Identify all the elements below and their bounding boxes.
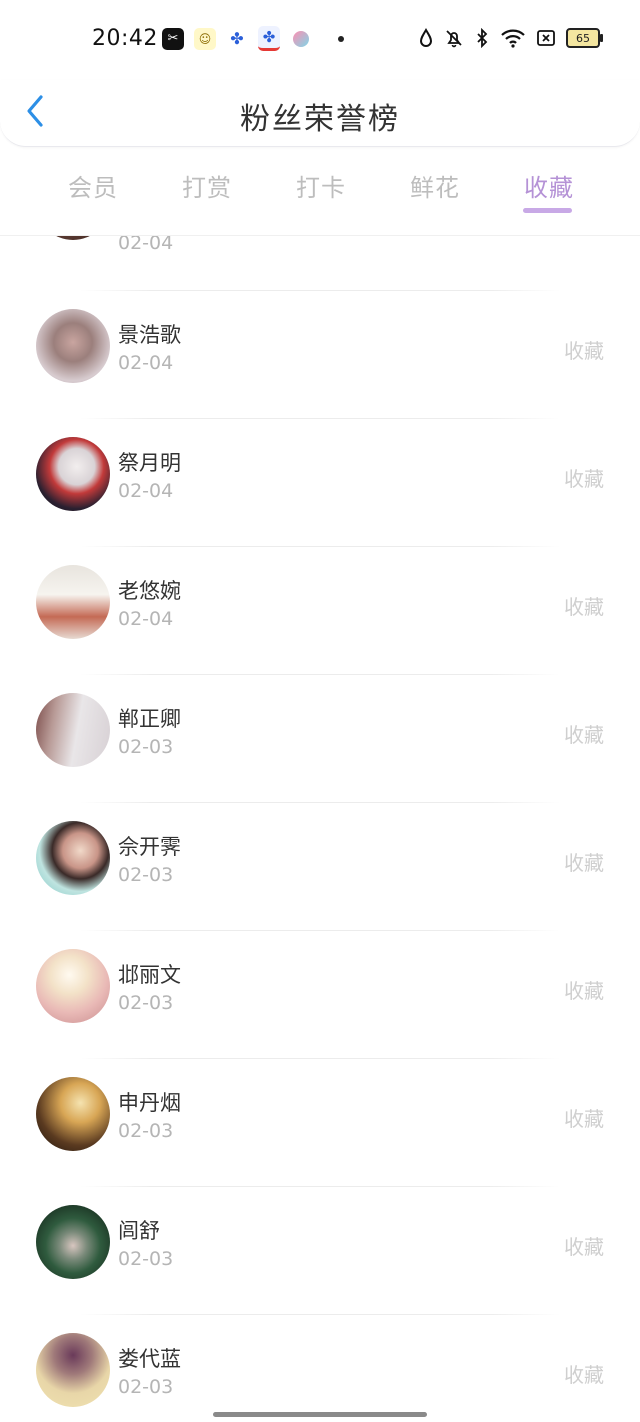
avatar bbox=[36, 437, 110, 511]
battery-icon: 65 bbox=[566, 28, 603, 48]
page-header: 粉丝荣誉榜 bbox=[0, 80, 640, 147]
avatar bbox=[36, 1333, 110, 1407]
list-item-date: 02-03 bbox=[118, 1376, 174, 1398]
list-item[interactable]: 景浩歌 02-04 收藏 bbox=[0, 291, 640, 419]
tab-bar: 会员 打赏 打卡 鲜花 收藏 bbox=[0, 160, 640, 220]
list-item[interactable]: 闾舒 02-03 收藏 bbox=[0, 1187, 640, 1315]
water-drop-icon bbox=[419, 28, 433, 47]
status-bar: 20:42 ✂ ☺ ✤ ✤ 65 bbox=[0, 0, 640, 80]
list-item[interactable]: 郸正卿 02-03 收藏 bbox=[0, 675, 640, 803]
wifi-icon bbox=[501, 29, 525, 48]
bubble-app-icon bbox=[290, 28, 312, 50]
capcut-icon: ✂ bbox=[162, 27, 184, 50]
list-item-date: 02-04 bbox=[118, 236, 174, 254]
list-item-date: 02-04 bbox=[118, 480, 174, 502]
status-app-icons: ✂ ☺ ✤ ✤ bbox=[162, 26, 344, 51]
list-item-name: 闾舒 bbox=[118, 1219, 160, 1243]
list-item-date: 02-03 bbox=[118, 992, 174, 1014]
list-item[interactable]: 佘开霁 02-03 收藏 bbox=[0, 803, 640, 931]
favorite-label: 收藏 bbox=[564, 723, 604, 747]
list-item[interactable]: 邶丽文 02-03 收藏 bbox=[0, 931, 640, 1059]
tab-flowers[interactable]: 鲜花 bbox=[410, 168, 460, 203]
avatar bbox=[36, 949, 110, 1023]
bell-off-icon bbox=[446, 30, 462, 48]
list-item[interactable]: 祭月明 02-04 收藏 bbox=[0, 419, 640, 547]
list-item-name: 娄代蓝 bbox=[118, 1347, 181, 1371]
favorite-label: 收藏 bbox=[564, 339, 604, 363]
baidu-icon: ✤ bbox=[226, 27, 248, 50]
list-item[interactable]: 娄代蓝 02-03 收藏 bbox=[0, 1315, 640, 1422]
list-item-name: 郸正卿 bbox=[118, 707, 181, 731]
list-item-name: 祭月明 bbox=[118, 451, 181, 475]
avatar bbox=[36, 565, 110, 639]
avatar bbox=[36, 1077, 110, 1151]
avatar bbox=[36, 1205, 110, 1279]
list-item-name: 佘开霁 bbox=[118, 835, 181, 859]
list-item-date: 02-04 bbox=[118, 352, 174, 374]
chick-app-icon: ☺ bbox=[194, 27, 216, 50]
sim-x-icon bbox=[537, 30, 555, 46]
active-tab-indicator bbox=[523, 208, 572, 213]
fan-list[interactable]: 02-04 景浩歌 02-04 收藏 祭月明 02-04 收藏 老悠婉 02-0… bbox=[0, 236, 640, 1422]
list-item-date: 02-04 bbox=[118, 608, 174, 630]
favorite-label: 收藏 bbox=[564, 595, 604, 619]
avatar bbox=[36, 236, 110, 240]
list-item-date: 02-03 bbox=[118, 1248, 174, 1270]
page-title: 粉丝荣誉榜 bbox=[240, 102, 400, 137]
status-system-icons: 65 bbox=[418, 28, 603, 48]
list-item-date: 02-03 bbox=[118, 864, 174, 886]
avatar bbox=[36, 821, 110, 895]
list-item-date: 02-03 bbox=[118, 1120, 174, 1142]
avatar bbox=[36, 693, 110, 767]
list-item[interactable]: 申丹烟 02-03 收藏 bbox=[0, 1059, 640, 1187]
notification-dot-icon bbox=[338, 35, 344, 42]
tab-reward[interactable]: 打赏 bbox=[182, 168, 232, 203]
tab-favorites[interactable]: 收藏 bbox=[524, 168, 574, 203]
favorite-label: 收藏 bbox=[564, 467, 604, 491]
tab-checkin[interactable]: 打卡 bbox=[296, 168, 346, 203]
favorite-label: 收藏 bbox=[564, 1107, 604, 1131]
list-item-name: 景浩歌 bbox=[118, 323, 181, 347]
list-item-name: 邶丽文 bbox=[118, 963, 181, 987]
status-time: 20:42 bbox=[92, 26, 158, 51]
list-item[interactable]: 老悠婉 02-04 收藏 bbox=[0, 547, 640, 675]
list-item-date: 02-03 bbox=[118, 736, 174, 758]
favorite-label: 收藏 bbox=[564, 1235, 604, 1259]
list-item-partial[interactable]: 02-04 bbox=[0, 236, 640, 274]
favorite-label: 收藏 bbox=[564, 979, 604, 1003]
favorite-label: 收藏 bbox=[564, 1363, 604, 1387]
bluetooth-icon bbox=[477, 28, 488, 48]
avatar bbox=[36, 309, 110, 383]
home-indicator[interactable] bbox=[213, 1412, 427, 1417]
baidu-netdisk-icon: ✤ bbox=[258, 26, 280, 51]
list-item-name: 老悠婉 bbox=[118, 579, 181, 603]
favorite-label: 收藏 bbox=[564, 851, 604, 875]
list-item-name: 申丹烟 bbox=[118, 1091, 181, 1115]
tab-member[interactable]: 会员 bbox=[68, 168, 118, 203]
